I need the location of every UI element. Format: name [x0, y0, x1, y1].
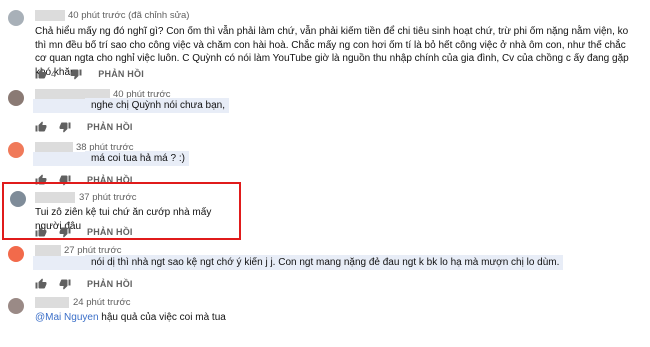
comment-text: má coi tua hả má ? :)	[33, 151, 189, 166]
comment-actions: PHẢN HỒI	[35, 120, 133, 134]
avatar[interactable]	[10, 191, 26, 207]
reply-button[interactable]: PHẢN HỒI	[87, 122, 133, 132]
thumbs-up-icon[interactable]	[35, 121, 47, 133]
avatar[interactable]	[8, 142, 24, 158]
comment-actions: 4 PHẢN HỒI	[35, 67, 144, 81]
avatar[interactable]	[8, 298, 24, 314]
avatar[interactable]	[8, 246, 24, 262]
comment-text: nghe chị Quỳnh nói chưa bạn,	[33, 98, 230, 113]
comment-text: nói dị thì nhà ngt sao kệ ngt chớ ý kiến…	[33, 255, 564, 270]
redacted-username	[35, 192, 75, 203]
comment-timestamp[interactable]: 40 phút trước (đã chỉnh sửa)	[68, 10, 189, 21]
thumbs-down-icon[interactable]	[59, 278, 71, 290]
redacted-username	[35, 297, 69, 308]
reply-button[interactable]: PHẢN HỒI	[98, 69, 144, 79]
thumbs-up-icon[interactable]	[35, 68, 47, 80]
avatar[interactable]	[8, 90, 24, 106]
thumbs-up-icon[interactable]	[35, 278, 47, 290]
reply-button[interactable]: PHẢN HỒI	[87, 279, 133, 289]
comment-actions: PHẢN HỒI	[35, 277, 133, 291]
like-count: 4	[51, 68, 57, 80]
redacted-username	[35, 245, 61, 256]
thumbs-down-icon[interactable]	[70, 68, 82, 80]
comment-timestamp[interactable]: 37 phút trước	[79, 192, 136, 203]
comment-timestamp[interactable]: 24 phút trước	[73, 297, 130, 308]
thumbs-up-icon[interactable]	[35, 226, 47, 238]
avatar[interactable]	[8, 10, 24, 26]
comment-actions: PHẢN HỒI	[35, 225, 133, 239]
scroll-fade	[35, 327, 635, 347]
mention-link[interactable]: @Mai Nguyen	[35, 312, 99, 323]
thumbs-down-icon[interactable]	[59, 226, 71, 238]
comment-text: @Mai Nguyen hậu quả của việc coi mà tua	[35, 312, 226, 323]
reply-button[interactable]: PHẢN HỒI	[87, 227, 133, 237]
thumbs-down-icon[interactable]	[59, 121, 71, 133]
redacted-username	[35, 10, 65, 21]
